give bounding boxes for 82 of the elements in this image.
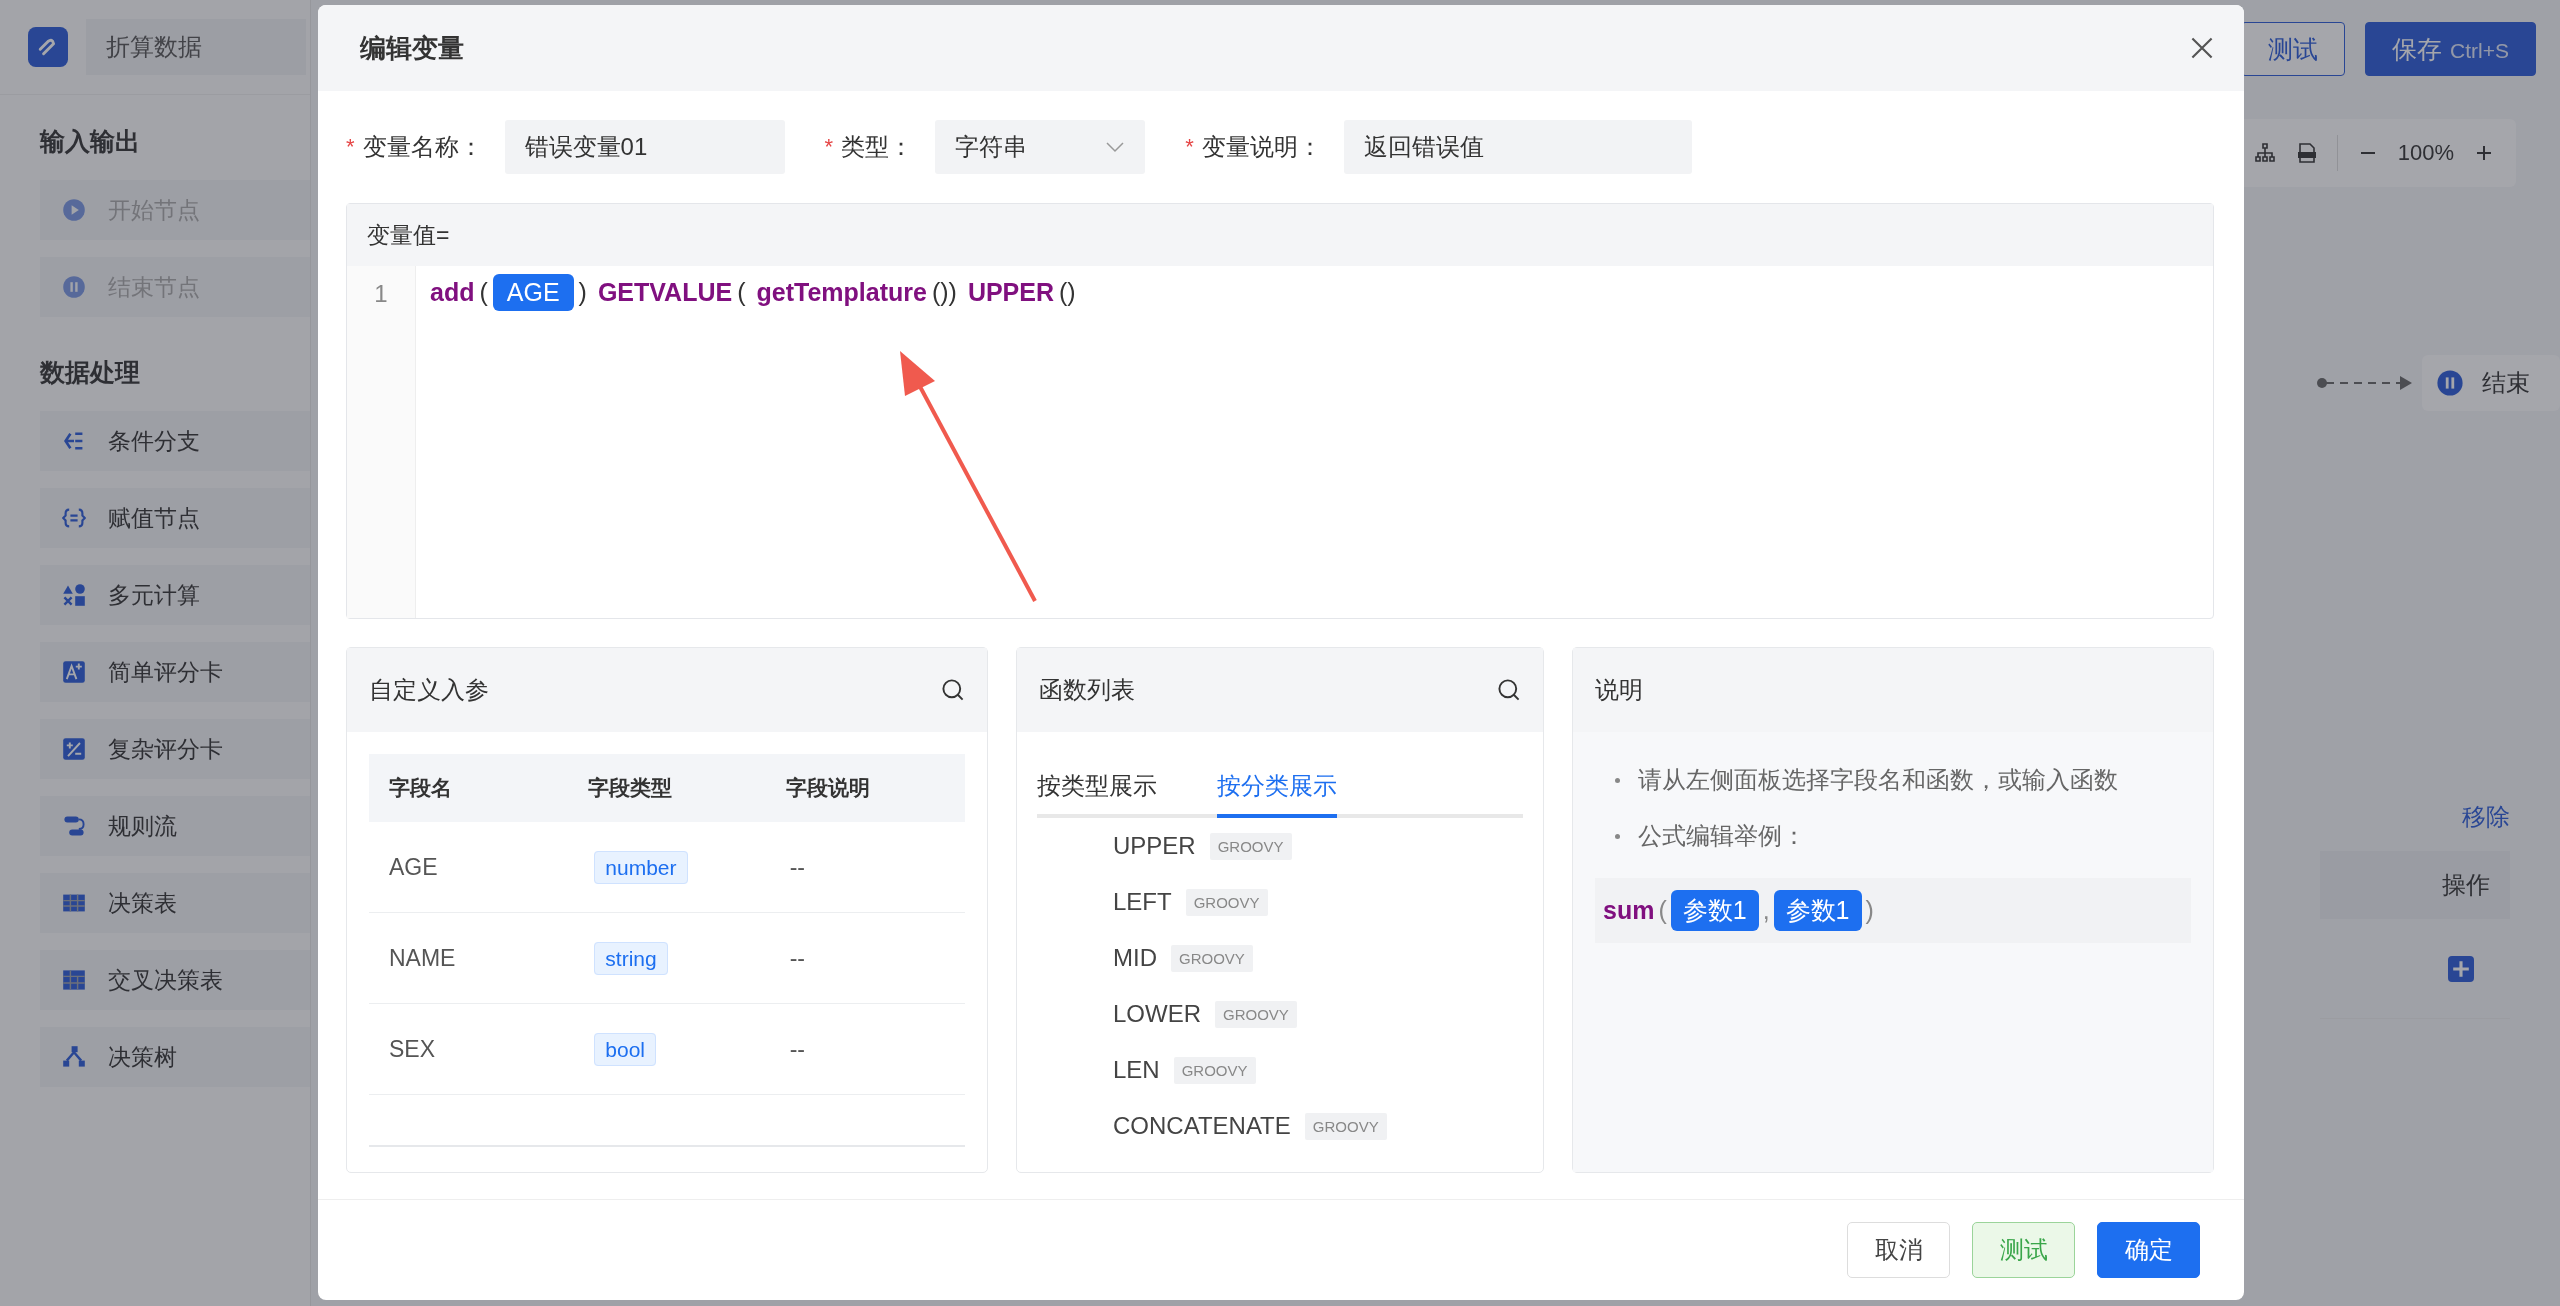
table-cell-text: AGE (388, 853, 439, 881)
required-mark: * (1185, 134, 1194, 160)
input-field[interactable]: 返回错误值 (1343, 120, 1692, 174)
code-editor[interactable]: 1 add ( AGE ) GETVALUE ( getTemplature ()) UPPER () (347, 266, 2213, 618)
input-field[interactable]: 错误变量01 (504, 120, 785, 174)
code-token: sum (1603, 896, 1655, 925)
dialog-title: 编辑变量 (360, 31, 464, 65)
function-item[interactable]: UPPER (1113, 832, 1196, 860)
section-title: 输入输出 (38, 126, 141, 157)
end-node[interactable]: 结束 (2422, 355, 2560, 411)
code-token: add (430, 278, 475, 307)
header-button[interactable]: 测试 (2241, 22, 2346, 76)
table-cell-text: -- (788, 1035, 806, 1063)
language-tag: GROOVY (1215, 1000, 1297, 1028)
node-palette-item[interactable]: 复杂评分卡 (40, 719, 310, 779)
table-cell-text: NAME (388, 944, 457, 972)
node-palette-item[interactable]: 决策表 (40, 873, 310, 933)
dialog-button[interactable]: 确定 (2097, 1222, 2200, 1278)
type-tag: bool (594, 1032, 657, 1066)
editor-label: 变量值= (347, 204, 2213, 266)
table-cell-text: -- (788, 944, 806, 972)
section-title: 数据处理 (39, 357, 141, 388)
dialog-button[interactable]: 取消 (1847, 1222, 1950, 1278)
header-button[interactable]: 保存 Ctrl+S (2365, 22, 2536, 76)
language-tag: GROOVY (1171, 944, 1253, 972)
code-token: UPPER (967, 278, 1055, 307)
panel-title: 函数列表 (1039, 675, 1135, 705)
column-header: 字段说明 (785, 775, 872, 801)
table-cell-text: SEX (388, 1035, 437, 1063)
zoom-level: 100% (2397, 140, 2454, 166)
function-item[interactable]: MID (1113, 944, 1157, 972)
code-token: , (1762, 896, 1770, 925)
field-label: 变量名称： (362, 132, 483, 162)
type-select[interactable]: 字符串 (935, 120, 1146, 174)
node-palette-item[interactable]: 条件分支 (40, 411, 310, 471)
code-token: ) (578, 278, 587, 307)
code-token: getTemplature (756, 278, 927, 307)
panel-title: 自定义入参 (369, 675, 489, 705)
parameter-chip: 参数1 (1773, 890, 1862, 931)
code-token: ) (1865, 896, 1874, 925)
code-token: ( (1658, 896, 1667, 925)
node-palette-item[interactable]: 交叉决策表 (40, 950, 310, 1010)
language-tag: GROOVY (1304, 1112, 1387, 1140)
column-header: 操作 (2320, 851, 2510, 919)
field-label: 变量说明： (1201, 132, 1322, 162)
code-token: ( (737, 278, 746, 307)
function-item[interactable]: LEN (1113, 1056, 1160, 1084)
column-header: 字段类型 (586, 775, 673, 801)
function-item[interactable]: LOWER (1113, 1000, 1201, 1028)
code-token: () (1059, 278, 1076, 307)
required-mark: * (824, 134, 834, 160)
dialog-button[interactable]: 测试 (1972, 1222, 2075, 1278)
code-token: ( (479, 278, 488, 307)
node-label: 结束 (2482, 368, 2530, 398)
help-text: 公式编辑举例： (1638, 821, 1806, 851)
tab[interactable]: 按分类展示 (1217, 770, 1337, 818)
remove-link[interactable]: 移除 (2462, 801, 2510, 833)
language-tag: GROOVY (1209, 832, 1292, 860)
table-cell-text: -- (788, 853, 806, 881)
node-palette-item[interactable]: 决策树 (40, 1027, 310, 1087)
language-tag: GROOVY (1173, 1056, 1256, 1084)
node-palette-item[interactable]: 规则流 (40, 796, 310, 856)
node-palette-item[interactable]: 赋值节点 (40, 488, 310, 548)
line-number: 1 (373, 279, 389, 308)
project-title-field[interactable]: 折算数据 (86, 19, 306, 75)
node-palette-item[interactable]: 简单评分卡 (40, 642, 310, 702)
code-token: GETVALUE (597, 278, 733, 307)
type-tag: number (594, 850, 688, 884)
column-header: 字段名 (388, 775, 453, 801)
type-tag: string (594, 941, 668, 975)
node-palette-item[interactable]: 多元计算 (40, 565, 310, 625)
tab[interactable]: 按类型展示 (1037, 770, 1157, 818)
code-token: ()) (931, 278, 957, 307)
function-item[interactable]: LEFT (1113, 888, 1172, 916)
variable-chip: AGE (492, 274, 574, 311)
parameter-chip: 参数1 (1670, 890, 1759, 931)
field-label: 类型： (841, 132, 914, 162)
language-tag: GROOVY (1185, 888, 1268, 916)
help-text: 请从左侧面板选择字段名和函数，或输入函数 (1638, 765, 2118, 795)
panel-title: 说明 (1595, 675, 1643, 705)
function-item[interactable]: CONCATENATE (1113, 1112, 1291, 1140)
required-mark: * (346, 134, 355, 160)
